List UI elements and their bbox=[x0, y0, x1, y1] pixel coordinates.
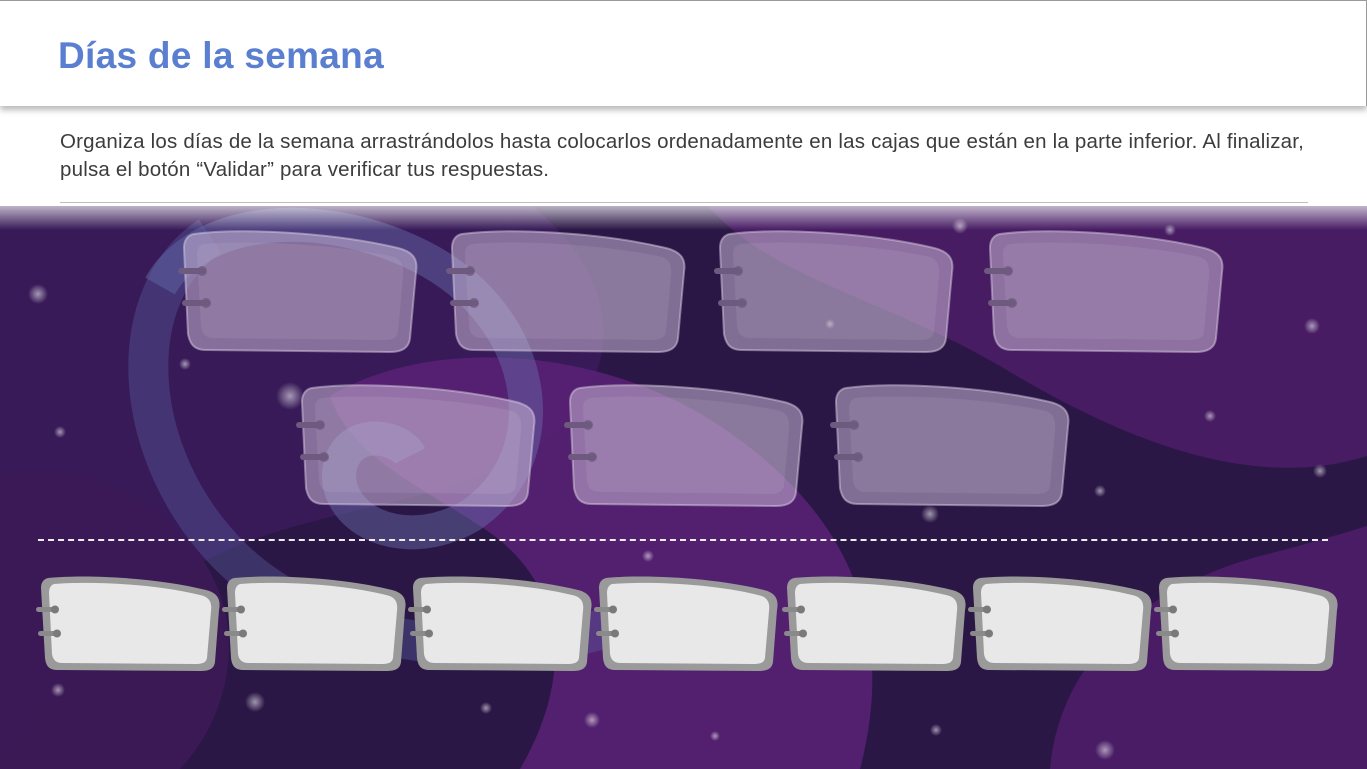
instructions-panel: Organiza los días de la semana arrastrán… bbox=[0, 106, 1367, 206]
day-card[interactable] bbox=[36, 574, 220, 674]
activity-stage bbox=[0, 196, 1367, 769]
day-card[interactable] bbox=[408, 574, 592, 674]
day-card[interactable] bbox=[1154, 574, 1338, 674]
spiral-card-icon bbox=[408, 576, 592, 671]
spiral-box-icon bbox=[830, 384, 1070, 508]
instructions-text: Organiza los días de la semana arrastrán… bbox=[60, 130, 1305, 181]
spiral-box-icon bbox=[984, 230, 1224, 354]
target-slot[interactable] bbox=[178, 226, 418, 356]
spiral-box-icon bbox=[564, 384, 804, 508]
day-card[interactable] bbox=[222, 574, 406, 674]
spiral-box-icon bbox=[178, 230, 418, 354]
spiral-card-icon bbox=[968, 576, 1152, 671]
target-slot[interactable] bbox=[984, 226, 1224, 356]
target-slot[interactable] bbox=[564, 380, 804, 510]
day-card[interactable] bbox=[782, 574, 966, 674]
target-slot[interactable] bbox=[830, 380, 1070, 510]
spiral-box-icon bbox=[296, 384, 536, 508]
day-card[interactable] bbox=[968, 574, 1152, 674]
header-bar: Días de la semana bbox=[0, 0, 1367, 106]
spiral-box-icon bbox=[714, 230, 954, 354]
spiral-card-icon bbox=[782, 576, 966, 671]
spiral-card-icon bbox=[36, 576, 220, 671]
day-card[interactable] bbox=[594, 574, 778, 674]
divider bbox=[60, 202, 1308, 203]
target-slot[interactable] bbox=[296, 380, 536, 510]
target-slot[interactable] bbox=[446, 226, 686, 356]
page-title: Días de la semana bbox=[58, 35, 384, 76]
spiral-card-icon bbox=[594, 576, 778, 671]
spiral-card-icon bbox=[222, 576, 406, 671]
spiral-card-icon bbox=[1154, 576, 1338, 671]
spiral-box-icon bbox=[446, 230, 686, 354]
target-slot[interactable] bbox=[714, 226, 954, 356]
dashed-separator bbox=[38, 539, 1328, 541]
